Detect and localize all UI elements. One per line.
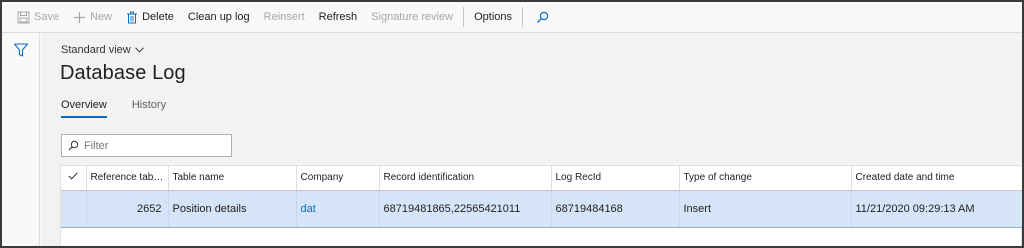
row-selector[interactable] — [61, 190, 87, 228]
filter-funnel-icon[interactable] — [13, 42, 29, 58]
refresh-button[interactable]: Refresh — [312, 2, 365, 33]
filter-input[interactable] — [84, 139, 224, 152]
chevron-down-icon — [134, 47, 144, 53]
search-button[interactable] — [526, 2, 563, 33]
tab-strip: Overview History — [61, 99, 191, 118]
search-icon — [537, 11, 549, 23]
left-rail — [2, 33, 40, 246]
action-pane: Save New Delete Clean up log Reinsert Re… — [2, 2, 1022, 33]
view-selector-label: Standard view — [61, 44, 131, 56]
cell-record-identification: 68719481865,22565421011 — [379, 190, 552, 228]
column-header-type-of-change[interactable]: Type of change — [679, 166, 852, 191]
toolbar-divider — [463, 7, 465, 27]
grid-header-row: Reference table... Table name Company Re… — [61, 166, 1022, 191]
select-all-checkmark[interactable] — [61, 166, 87, 191]
reinsert-label: Reinsert — [263, 11, 305, 23]
main-content: Standard view Database Log Overview Hist… — [41, 33, 1022, 246]
tab-history[interactable]: History — [132, 99, 166, 118]
trash-icon — [127, 11, 138, 23]
delete-button[interactable]: Delete — [119, 2, 181, 33]
clean-up-log-label: Clean up log — [187, 11, 250, 23]
column-header-table-name[interactable]: Table name — [168, 166, 297, 191]
tab-overview[interactable]: Overview — [61, 99, 107, 118]
save-button[interactable]: Save — [10, 2, 66, 33]
options-button[interactable]: Options — [467, 2, 519, 33]
cell-type-of-change: Insert — [679, 190, 852, 228]
column-header-log-recid[interactable]: Log RecId — [551, 166, 680, 191]
cell-reference-table: 2652 — [86, 190, 169, 228]
signature-review-button[interactable]: Signature review — [364, 2, 460, 33]
reinsert-button[interactable]: Reinsert — [257, 2, 312, 33]
new-button[interactable]: New — [66, 2, 119, 33]
cell-log-recid: 68719484168 — [551, 190, 680, 228]
grid-table: Reference table... Table name Company Re… — [61, 166, 1022, 228]
column-header-created-date-time[interactable]: Created date and time — [851, 166, 1022, 191]
new-label: New — [90, 11, 113, 23]
cell-created-date-time: 11/21/2020 09:29:13 AM — [851, 190, 1022, 228]
save-label: Save — [34, 11, 60, 23]
column-header-reference-table[interactable]: Reference table... — [86, 166, 169, 191]
delete-label: Delete — [142, 11, 174, 23]
window-frame: Save New Delete Clean up log Reinsert Re… — [0, 0, 1024, 248]
cell-table-name: Position details — [168, 190, 297, 228]
cell-company-link[interactable]: dat — [296, 190, 380, 228]
column-header-record-identification[interactable]: Record identification — [379, 166, 552, 191]
toolbar-divider — [522, 7, 524, 27]
view-selector[interactable]: Standard view — [61, 44, 144, 56]
column-header-company[interactable]: Company — [296, 166, 380, 191]
plus-icon — [74, 11, 86, 23]
save-icon — [17, 11, 30, 23]
database-log-grid: Reference table... Table name Company Re… — [60, 165, 1022, 246]
options-label: Options — [474, 11, 513, 23]
signature-review-label: Signature review — [371, 11, 454, 23]
filter-box — [61, 134, 232, 157]
table-row[interactable]: 2652 Position details dat 68719481865,22… — [61, 190, 1022, 228]
page-title: Database Log — [60, 62, 186, 84]
refresh-label: Refresh — [318, 11, 358, 23]
search-icon — [68, 140, 79, 151]
checkmark-icon — [68, 172, 78, 180]
clean-up-log-button[interactable]: Clean up log — [181, 2, 257, 33]
